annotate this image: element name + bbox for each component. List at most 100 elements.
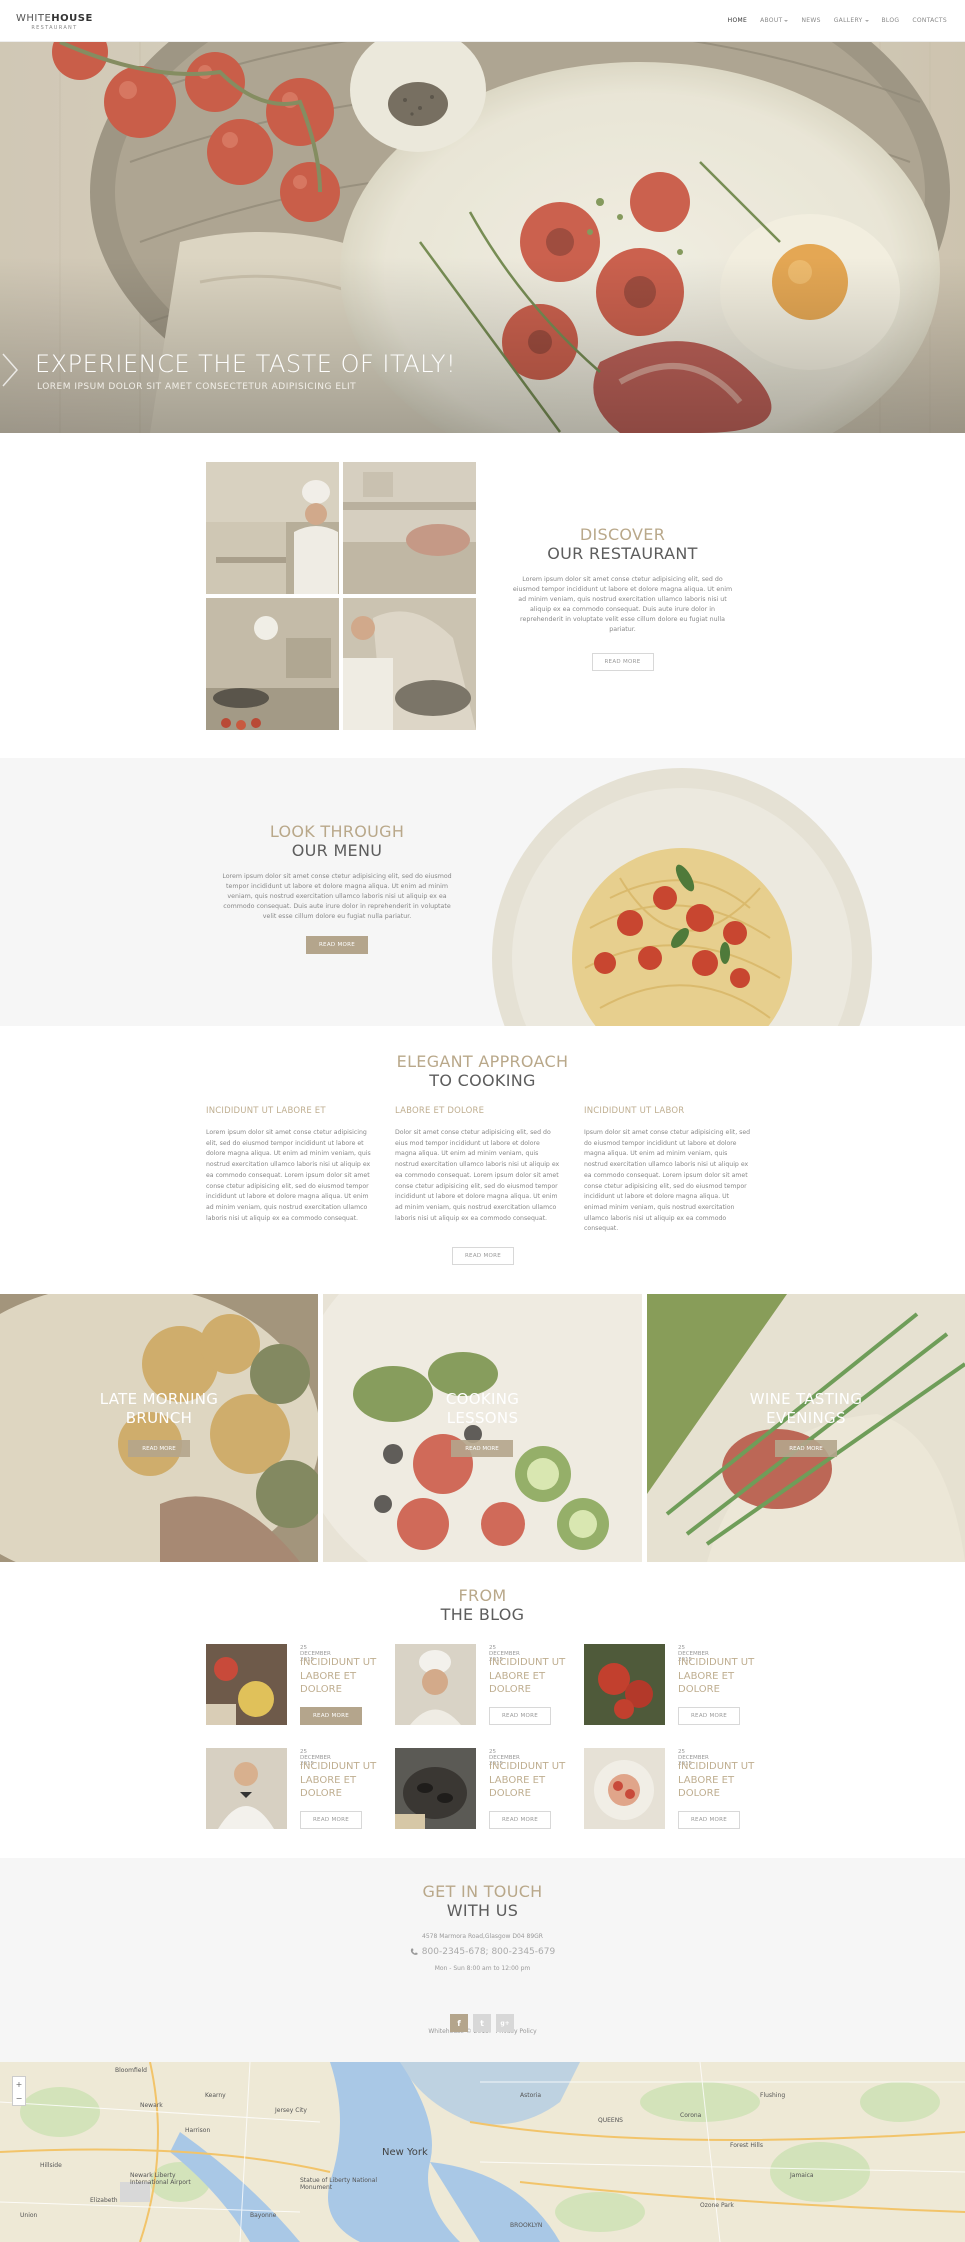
kitchen-photo-chef[interactable] (206, 462, 339, 594)
blog-read-more-button[interactable]: READ MORE (678, 1811, 740, 1829)
blog-post-thumbnail[interactable] (584, 1748, 665, 1829)
kitchen-photo-pans[interactable] (206, 598, 339, 730)
nav-label: NEWS (801, 17, 821, 24)
wine-tasting-image (647, 1294, 965, 1562)
blog-post-title[interactable]: INCIDIDUNT UT LABORE ET DOLORE (489, 1656, 579, 1697)
stove-image (343, 462, 476, 594)
blog-title-line2: THE BLOG (440, 1605, 525, 1624)
nav-item-contacts[interactable]: CONTACTS (912, 17, 947, 24)
zoom-in-icon[interactable]: + (16, 2080, 23, 2089)
nav-item-gallery[interactable]: GALLERY (834, 17, 869, 24)
cooking-column-text: Lorem ipsum dolor sit amet conse ctetur … (206, 1129, 371, 1222)
blog-post-thumbnail[interactable] (584, 1644, 665, 1725)
contact-hours: Mon - Sun 8:00 am to 12:00 pm (434, 1965, 531, 1972)
kitchen-photo-cooking[interactable] (343, 598, 476, 730)
contact-title-line2: WITH US (446, 1901, 519, 1920)
site-header: WHITEHOUSE RESTAURANT HOME ABOUT NEWS GA… (0, 0, 965, 42)
event-title: LATE MORNING BRUNCH (0, 1390, 318, 1428)
map-label-astoria: Astoria (520, 2092, 542, 2099)
menu-content: LOOK THROUGH OUR MENU Lorem ipsum dolor … (222, 822, 452, 954)
event-card-cooking-lessons[interactable]: COOKING LESSONS READ MORE (323, 1294, 642, 1562)
event-title-line2: EVENINGS (766, 1409, 846, 1427)
blog-read-more-button[interactable]: READ MORE (300, 1707, 362, 1725)
pans-image (206, 598, 339, 730)
blog-image-waiter (206, 1748, 287, 1829)
event-read-more-button[interactable]: READ MORE (128, 1440, 190, 1457)
map-zoom-control: + − (12, 2076, 26, 2106)
blog-post-thumbnail[interactable] (395, 1644, 476, 1725)
chevron-down-icon (864, 19, 869, 22)
discover-read-more-button[interactable]: READ MORE (591, 653, 654, 671)
blog-read-more-button[interactable]: READ MORE (489, 1707, 551, 1725)
logo[interactable]: WHITEHOUSE RESTAURANT (16, 13, 93, 31)
chevron-right-icon[interactable] (0, 352, 20, 388)
menu-read-more-button[interactable]: READ MORE (306, 936, 368, 954)
map-label-new-york: New York (382, 2147, 428, 2158)
map-label-hillside: Hillside (40, 2162, 62, 2169)
map-label-newark-airport: Newark Liberty International Airport (130, 2172, 191, 2186)
menu-title-line1: LOOK THROUGH (269, 822, 405, 841)
event-title-line2: LESSONS (446, 1409, 519, 1427)
blog-post-title[interactable]: INCIDIDUNT UT LABORE ET DOLORE (678, 1656, 768, 1697)
discover-gallery (206, 462, 476, 730)
chevron-down-icon (784, 19, 789, 22)
map-label-forest-hills: Forest Hills (730, 2142, 763, 2149)
menu-title: LOOK THROUGH OUR MENU (222, 822, 452, 860)
nav-label: GALLERY (833, 17, 863, 24)
cooking-title: ELEGANT APPROACH TO COOKING (0, 1052, 965, 1090)
cooking-column-2: LABORE ET DOLORE Dolor sit amet conse ct… (395, 1106, 563, 1224)
contact-title-line1: GET IN TOUCH (422, 1882, 543, 1901)
blog-image-breakfast (206, 1644, 287, 1725)
location-map[interactable]: Newark Jersey City New York QUEENS BROOK… (0, 2062, 965, 2242)
nav-label: BLOG (881, 17, 900, 24)
event-card-wine-tasting[interactable]: WINE TASTING EVENINGS READ MORE (647, 1294, 965, 1562)
phone-icon (410, 1948, 418, 1955)
nav-item-about[interactable]: ABOUT (760, 17, 789, 24)
blog-post-title[interactable]: INCIDIDUNT UT LABORE ET DOLORE (300, 1656, 390, 1697)
menu-section: LOOK THROUGH OUR MENU Lorem ipsum dolor … (0, 758, 965, 1026)
discover-title-line2: OUR RESTAURANT (547, 544, 698, 563)
blog-image-chef (395, 1644, 476, 1725)
menu-title-line2: OUR MENU (291, 841, 383, 860)
cooking-title-line2: TO COOKING (429, 1071, 536, 1090)
blog-read-more-button[interactable]: READ MORE (300, 1811, 362, 1829)
cooking-image (343, 598, 476, 730)
pasta-plate-image (492, 768, 872, 1026)
brunch-image (0, 1294, 318, 1562)
main-nav: HOME ABOUT NEWS GALLERY BLOG CONTACTS (728, 17, 947, 24)
blog-post-title[interactable]: INCIDIDUNT UT LABORE ET DOLORE (489, 1760, 579, 1801)
blog-post-thumbnail[interactable] (206, 1644, 287, 1725)
event-title: WINE TASTING EVENINGS (647, 1390, 965, 1428)
blog-post-thumbnail[interactable] (395, 1748, 476, 1829)
menu-text: Lorem ipsum dolor sit amet conse ctetur … (222, 873, 452, 920)
blog-read-more-button[interactable]: READ MORE (678, 1707, 740, 1725)
nav-item-news[interactable]: NEWS (801, 17, 820, 24)
map-label-queens: QUEENS (598, 2117, 623, 2124)
event-title-line1: LATE MORNING (99, 1390, 219, 1408)
event-read-more-button[interactable]: READ MORE (451, 1440, 513, 1457)
blog-post-title[interactable]: INCIDIDUNT UT LABORE ET DOLORE (300, 1760, 390, 1801)
cooking-read-more-button[interactable]: READ MORE (452, 1247, 514, 1265)
event-card-brunch[interactable]: LATE MORNING BRUNCH READ MORE (0, 1294, 318, 1562)
blog-title-line1: FROM (458, 1586, 507, 1605)
contact-phone-row: 800-2345-678; 800-2345-679 (0, 1947, 965, 1957)
event-read-more-button[interactable]: READ MORE (775, 1440, 837, 1457)
nav-item-home[interactable]: HOME (728, 17, 747, 24)
blog-post-thumbnail[interactable] (206, 1748, 287, 1829)
event-title: COOKING LESSONS (323, 1390, 642, 1428)
map-label-corona: Corona (680, 2112, 702, 2119)
contact-phone[interactable]: 800-2345-678; 800-2345-679 (422, 1947, 555, 1957)
twitter-glyph: t (480, 2018, 484, 2028)
blog-read-more-button[interactable]: READ MORE (489, 1811, 551, 1829)
twitter-icon[interactable]: t (473, 2014, 491, 2032)
blog-post-title[interactable]: INCIDIDUNT UT LABORE ET DOLORE (678, 1760, 768, 1801)
zoom-out-icon[interactable]: − (16, 2094, 23, 2103)
facebook-icon[interactable]: f (450, 2014, 468, 2032)
google-plus-icon[interactable]: g+ (496, 2014, 514, 2032)
map-label-newark: Newark (140, 2102, 163, 2109)
chef-image (206, 462, 339, 594)
kitchen-photo-stove[interactable] (343, 462, 476, 594)
nav-item-blog[interactable]: BLOG (882, 17, 900, 24)
discover-content: DISCOVER OUR RESTAURANT Lorem ipsum dolo… (510, 525, 735, 671)
nav-label: HOME (727, 17, 748, 24)
